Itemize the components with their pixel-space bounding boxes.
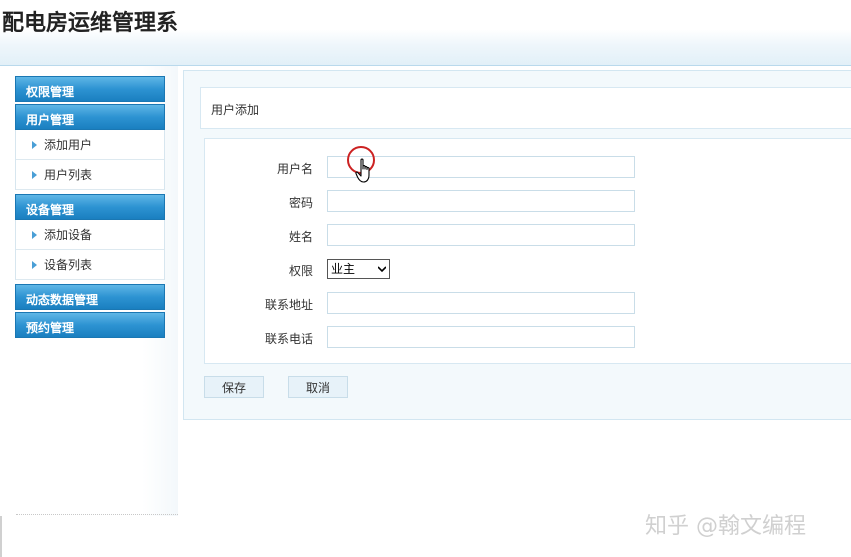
password-input[interactable] — [327, 190, 635, 212]
sidebar-item-label: 添加设备 — [44, 228, 93, 242]
name-input[interactable] — [327, 224, 635, 246]
cancel-button[interactable]: 取消 — [288, 376, 348, 398]
menu-group-users: 用户管理 添加用户 用户列表 — [15, 104, 165, 190]
phone-label: 联系电话 — [264, 332, 313, 346]
sidebar-item-label: 添加用户 — [44, 138, 93, 152]
app-title: 配电房运维管理系 — [2, 11, 179, 36]
sidebar-item-user-list[interactable]: 用户列表 — [16, 160, 164, 190]
menu-group-devices: 设备管理 添加设备 设备列表 — [15, 194, 165, 280]
sidebar-item-add-user[interactable]: 添加用户 — [16, 130, 164, 160]
form-row-password: 密码 — [205, 190, 851, 214]
form-row-role: 权限 业主 — [205, 258, 851, 282]
app-header: 配电房运维管理系 — [0, 0, 851, 66]
triangle-right-icon — [32, 141, 37, 149]
menu-items-devices: 添加设备 设备列表 — [15, 220, 165, 280]
menu-header-users[interactable]: 用户管理 — [15, 104, 165, 130]
chevron-down-icon — [378, 266, 386, 273]
menu-header-dynamic-data[interactable]: 动态数据管理 — [15, 284, 165, 310]
menu-group-dynamic-data: 动态数据管理 — [15, 284, 165, 310]
address-input[interactable] — [327, 292, 635, 314]
page-title: 用户添加 — [211, 103, 260, 117]
form-row-phone: 联系电话 — [205, 326, 851, 350]
sidebar-item-device-list[interactable]: 设备列表 — [16, 250, 164, 280]
address-label: 联系地址 — [264, 298, 313, 312]
form-row-address: 联系地址 — [205, 292, 851, 316]
menu-group-reservations: 预约管理 — [15, 312, 165, 338]
main-panel: 用户添加 用户名 密码 姓名 权限 业主 联系地址 联系电话 保存 取消 — [183, 70, 851, 420]
menu-header-reservations[interactable]: 预约管理 — [15, 312, 165, 338]
username-label: 用户名 — [276, 162, 313, 176]
save-button[interactable]: 保存 — [204, 376, 264, 398]
form-row-name: 姓名 — [205, 224, 851, 248]
role-label: 权限 — [288, 264, 313, 278]
sidebar-menu: 权限管理 用户管理 添加用户 用户列表 设备管理 添加设备 设备列表 动态数据管… — [15, 76, 165, 340]
phone-input[interactable] — [327, 326, 635, 348]
sidebar-item-label: 用户列表 — [44, 168, 93, 182]
sidebar-item-add-device[interactable]: 添加设备 — [16, 220, 164, 250]
triangle-right-icon — [32, 231, 37, 239]
role-select-value: 业主 — [331, 262, 356, 276]
hand-cursor-icon — [355, 158, 370, 183]
sidebar-item-label: 设备列表 — [44, 258, 93, 272]
password-label: 密码 — [288, 196, 313, 210]
watermark: 知乎 @翰文编程 — [645, 514, 806, 539]
sidebar-divider — [16, 514, 178, 515]
breadcrumb: 用户添加 — [200, 87, 851, 129]
menu-group-permissions: 权限管理 — [15, 76, 165, 102]
form-row-username: 用户名 — [205, 156, 851, 180]
menu-header-devices[interactable]: 设备管理 — [15, 194, 165, 220]
name-label: 姓名 — [288, 230, 313, 244]
menu-items-users: 添加用户 用户列表 — [15, 130, 165, 190]
triangle-right-icon — [32, 261, 37, 269]
menu-header-permissions[interactable]: 权限管理 — [15, 76, 165, 102]
triangle-right-icon — [32, 171, 37, 179]
role-select[interactable]: 业主 — [327, 259, 390, 279]
user-form: 用户名 密码 姓名 权限 业主 联系地址 联系电话 — [204, 138, 851, 364]
